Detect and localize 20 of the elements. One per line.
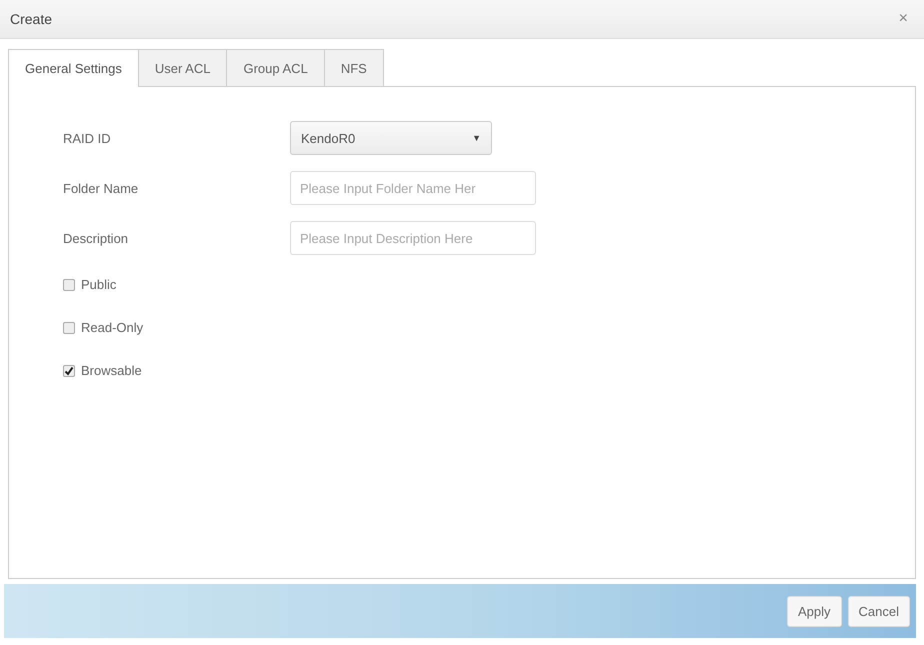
tab[interactable]: Group ACL [226, 49, 325, 86]
field-label: Description [63, 230, 130, 246]
tab[interactable]: NFS [324, 49, 384, 86]
checkbox-label: Read-Only [81, 320, 144, 335]
tab[interactable]: General Settings [8, 49, 139, 87]
field-label: RAID ID [63, 130, 112, 146]
checkbox[interactable] [63, 278, 75, 290]
window-title: Create [10, 11, 52, 27]
input-field[interactable]: Please Input Folder Name Her [290, 171, 536, 205]
raid-dropdown[interactable]: KendoR0 ▼ [290, 121, 492, 155]
tab[interactable]: User ACL [138, 49, 228, 86]
checkbox[interactable] [63, 322, 75, 334]
cancel-button[interactable]: Cancel [848, 596, 910, 626]
close-button[interactable]: × [894, 10, 912, 28]
apply-button[interactable]: Apply [787, 596, 842, 626]
checkbox-label: Browsable [81, 363, 142, 378]
input-field[interactable]: Please Input Description Here [290, 221, 536, 255]
field-label: Folder Name [63, 180, 140, 196]
checkbox-label: Public [81, 277, 116, 292]
checkbox[interactable] [63, 364, 75, 376]
